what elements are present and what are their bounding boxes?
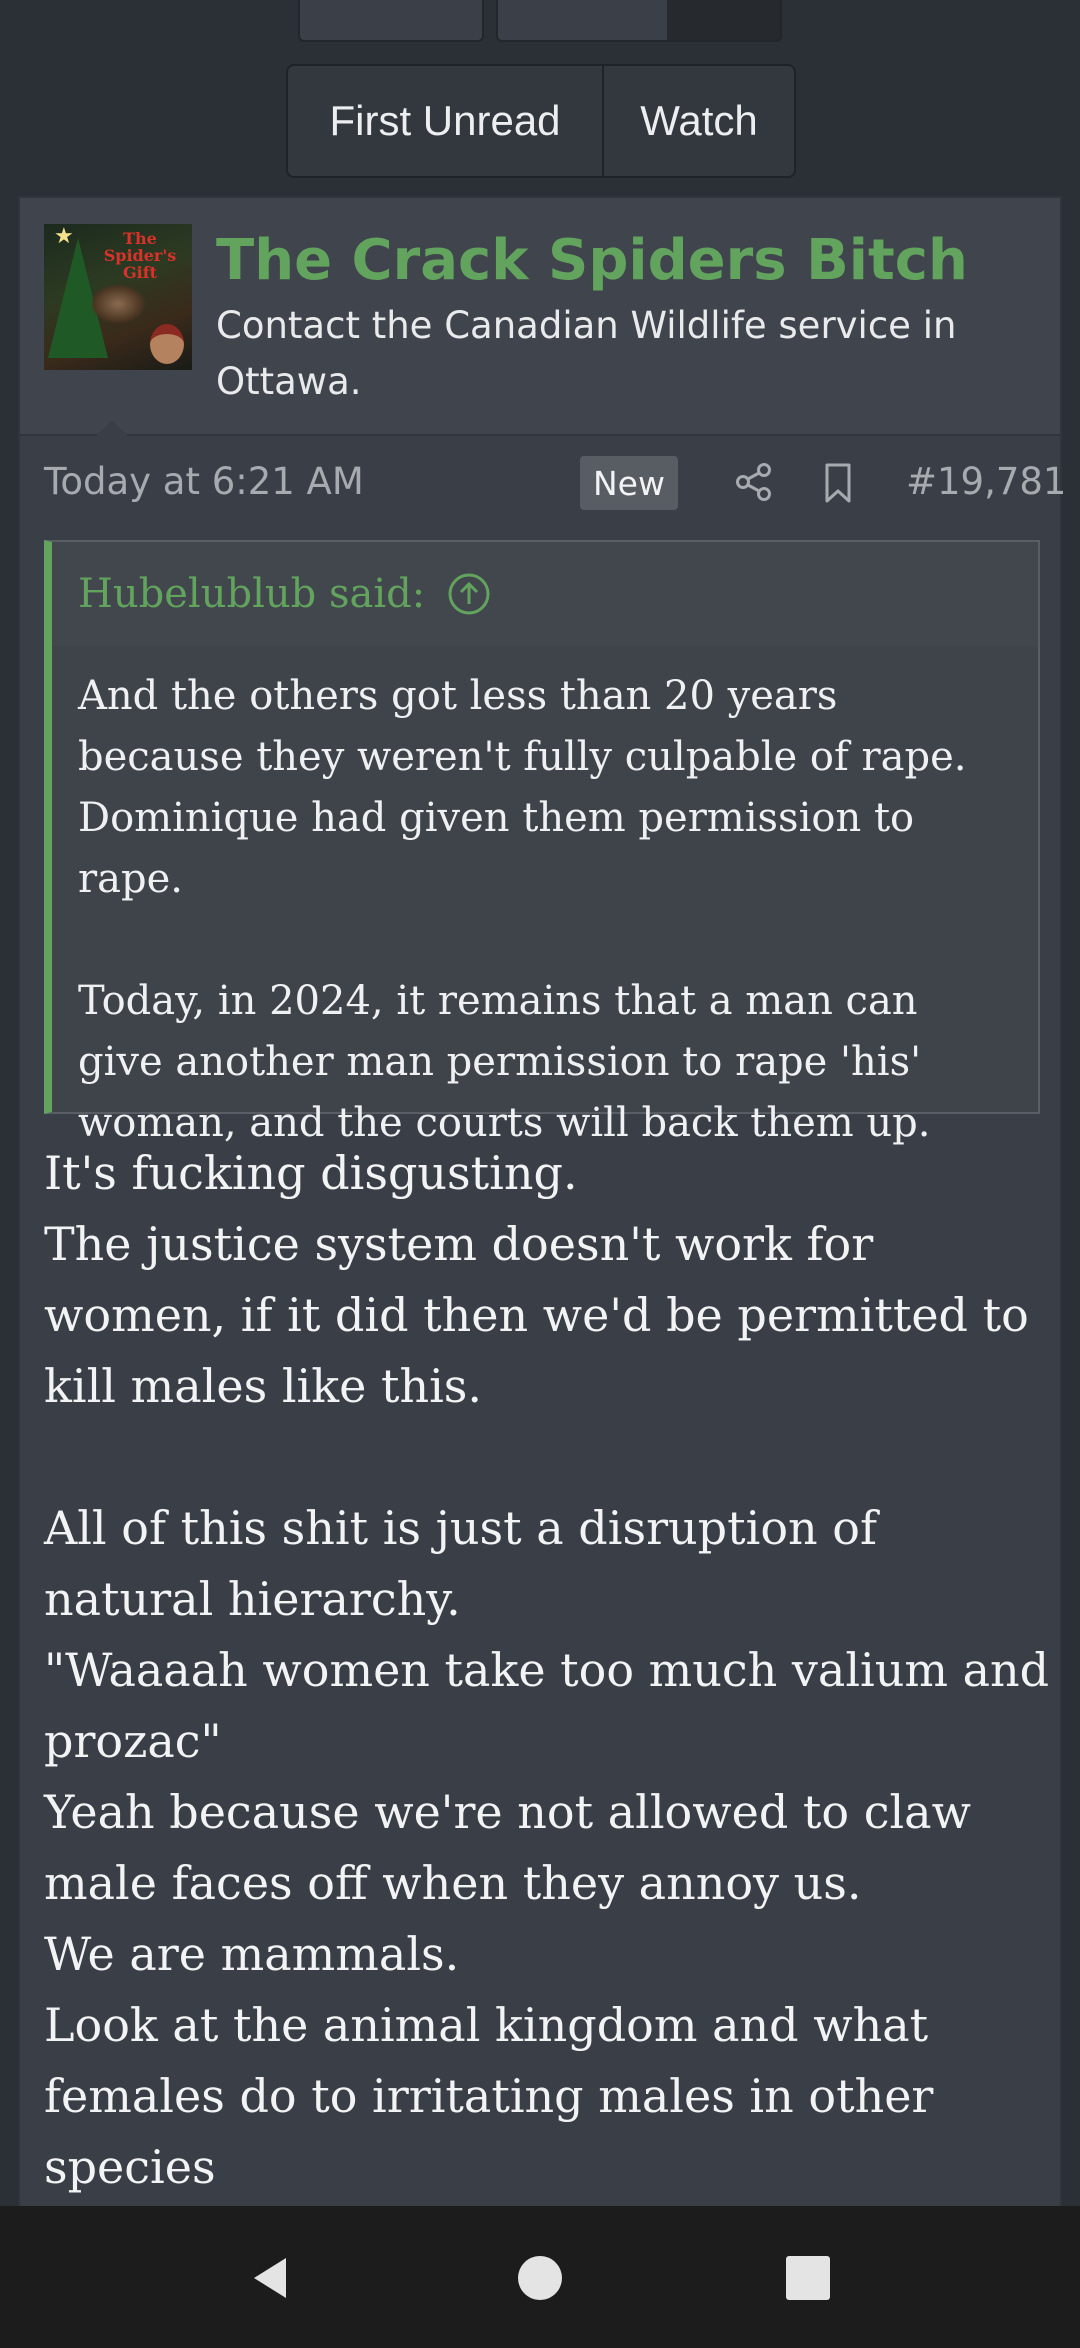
post-number-link[interactable]: #19,781 [906,460,1066,503]
message-line: All of this shit is just a disruption of… [44,1501,892,1626]
avatar-star-graphic: ★ [54,224,74,249]
thread-action-group: First Unread Watch [286,64,796,178]
message-line: "Waaaah women take too much valium and p… [44,1643,1064,1768]
avatar[interactable]: ★ The Spider's Gift [44,224,192,370]
system-navigation-bar [0,2206,1080,2348]
quote-paragraph: Today, in 2024, it remains that a man ca… [78,978,931,1146]
partial-button-right[interactable] [496,0,782,42]
user-title: Contact the Canadian Wildlife service in… [216,304,957,403]
quote-paragraph: And the others got less than 20 years be… [78,673,967,902]
bookmark-icon[interactable] [818,462,858,504]
new-badge: New [580,456,678,510]
quote-header[interactable]: Hubelublub said: [52,542,1038,646]
share-icon[interactable] [734,462,774,502]
message-line: Look at the animal kingdom and what fema… [44,1998,949,2194]
message-line [44,1422,1054,1493]
quote-block: Hubelublub said: And the others got less… [44,540,1040,1146]
avatar-spider-graphic [90,284,146,324]
top-partial-controls [0,0,1080,60]
header-pointer [96,420,128,436]
avatar-logo-text: The Spider's Gift [103,229,177,282]
arrow-up-circle-icon[interactable] [447,572,491,616]
forum-post: ★ The Spider's Gift The Crack Spiders Bi… [18,196,1066,2206]
recents-icon[interactable] [784,2254,832,2302]
quote-body: And the others got less than 20 years be… [52,646,1038,1154]
home-icon[interactable] [516,2254,564,2302]
username[interactable]: The Crack Spiders Bitch [216,228,968,293]
partial-button-left[interactable] [298,0,484,42]
quote-author: Hubelublub said: [78,571,426,617]
post-meta: Today at 6:21 AM New #19,781 [44,452,1066,516]
watch-button[interactable]: Watch [604,66,794,176]
first-unread-button[interactable]: First Unread [288,66,604,176]
message-line: We are mammals. [44,1927,460,1981]
back-icon[interactable] [246,2254,294,2302]
post-user-header: ★ The Spider's Gift The Crack Spiders Bi… [20,198,1060,436]
message-line: The justice system doesn't work for wome… [44,1217,1044,1413]
message-line: Yeah because we're not allowed to claw m… [44,1785,986,1910]
post-timestamp[interactable]: Today at 6:21 AM [44,460,364,503]
message-line: It's fucking disgusting. [44,1146,578,1200]
post-message-body: It's fucking disgusting. The justice sys… [44,1138,1054,2203]
avatar-face-graphic [150,324,184,364]
